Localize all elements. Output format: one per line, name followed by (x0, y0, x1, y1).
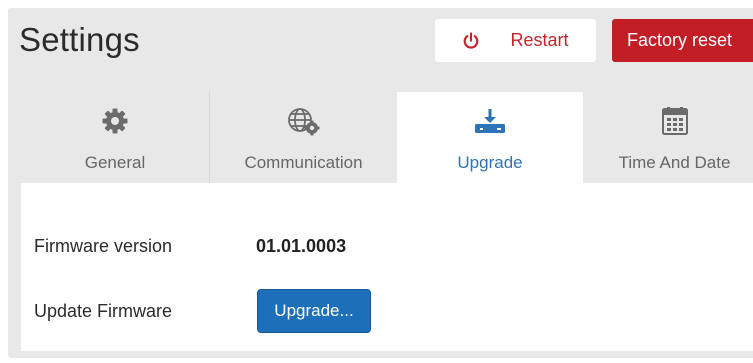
upgrade-button[interactable]: Upgrade... (257, 289, 371, 333)
download-device-icon (472, 107, 508, 135)
settings-tabs: General Communication Upgrade Time And D… (21, 92, 753, 183)
tab-communication-label: Communication (244, 153, 363, 172)
tab-general-label: General (84, 153, 146, 172)
tab-time-and-date-label: Time And Date (618, 153, 731, 172)
tab-time-and-date[interactable]: Time And Date (583, 92, 753, 183)
tab-communication[interactable]: Communication (210, 92, 397, 183)
firmware-version-value: 01.01.0003 (256, 236, 347, 256)
calendar-icon (661, 107, 689, 135)
firmware-version-label: Firmware version (34, 236, 173, 256)
upgrade-content: Firmware version 01.01.0003 Update Firmw… (21, 183, 753, 351)
restart-button-label: Restart (510, 30, 569, 50)
factory-reset-button[interactable]: Factory reset (612, 19, 753, 62)
tab-upgrade[interactable]: Upgrade (397, 92, 583, 183)
restart-button[interactable]: Restart (435, 19, 596, 62)
power-icon (462, 31, 480, 50)
factory-reset-button-label: Factory reset (627, 30, 733, 50)
tab-general[interactable]: General (21, 92, 210, 183)
gear-icon (101, 107, 129, 135)
globe-gear-icon (287, 107, 321, 136)
page-title: Settings (19, 21, 140, 58)
upgrade-button-label: Upgrade... (274, 301, 354, 320)
update-firmware-label: Update Firmware (34, 301, 173, 321)
settings-header: Settings Restart Factory reset (8, 8, 753, 90)
settings-panel: Settings Restart Factory reset General C… (8, 8, 753, 358)
tab-upgrade-label: Upgrade (457, 153, 523, 172)
